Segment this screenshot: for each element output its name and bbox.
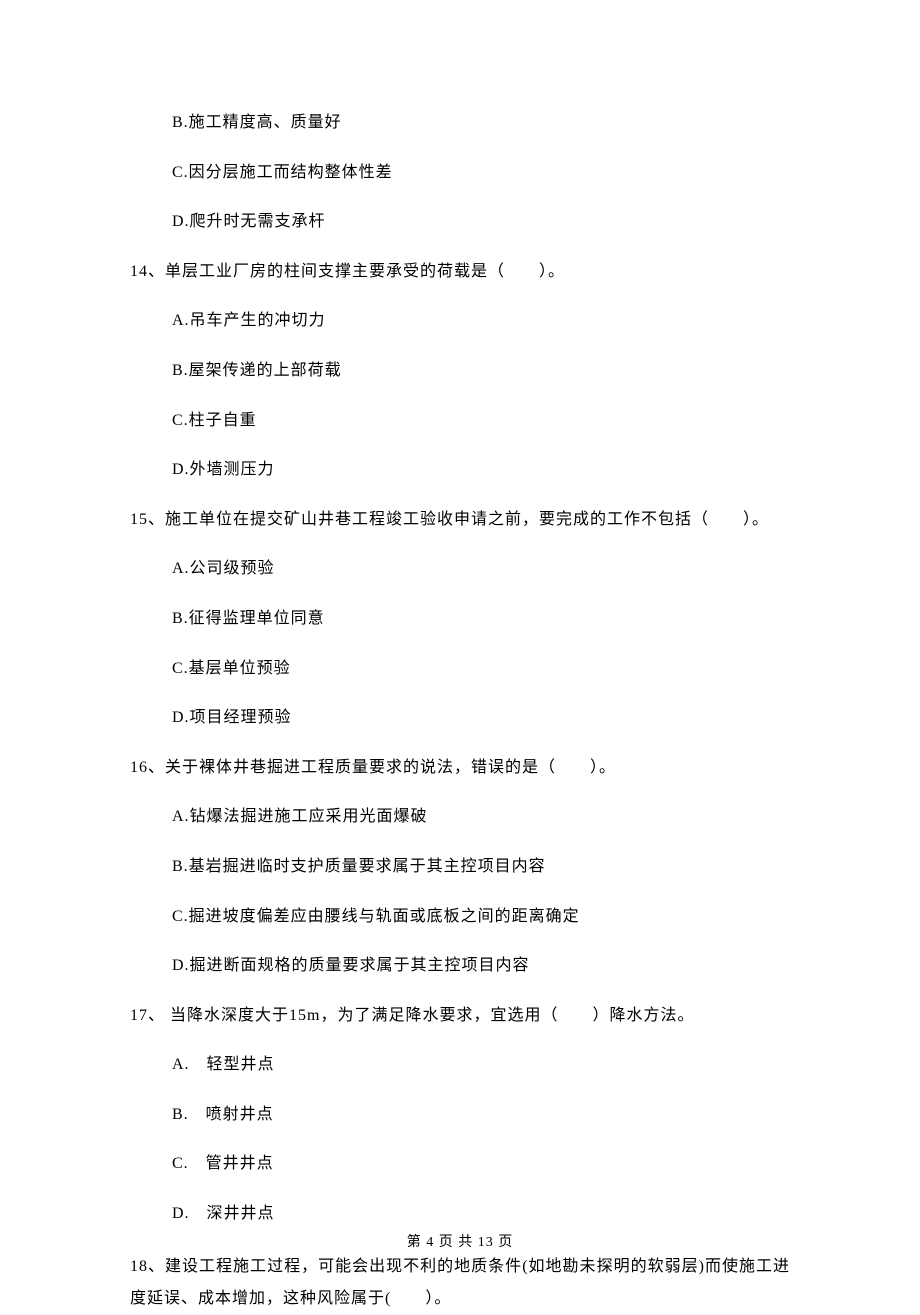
q14-text: 14、单层工业厂房的柱间支撑主要承受的荷载是（ ）。 xyxy=(130,259,790,285)
q15-option-b: B.征得监理单位同意 xyxy=(130,606,790,632)
q17-option-d: D. 深井井点 xyxy=(130,1201,790,1227)
q17-option-a: A. 轻型井点 xyxy=(130,1052,790,1078)
q14-option-a: A.吊车产生的冲切力 xyxy=(130,308,790,334)
q16-option-d: D.掘进断面规格的质量要求属于其主控项目内容 xyxy=(130,953,790,979)
q16-text: 16、关于裸体井巷掘进工程质量要求的说法，错误的是（ ）。 xyxy=(130,755,790,781)
page-footer: 第 4 页 共 13 页 xyxy=(0,1232,920,1254)
q17-text: 17、 当降水深度大于15m，为了满足降水要求，宜选用（ ）降水方法。 xyxy=(130,1003,790,1029)
q16-option-b: B.基岩掘进临时支护质量要求属于其主控项目内容 xyxy=(130,854,790,880)
q15-option-d: D.项目经理预验 xyxy=(130,705,790,731)
q17-option-b: B. 喷射井点 xyxy=(130,1102,790,1128)
q16-option-c: C.掘进坡度偏差应由腰线与轨面或底板之间的距离确定 xyxy=(130,904,790,930)
q18-text: 18、建设工程施工过程，可能会出现不利的地质条件(如地勘未探明的软弱层)而使施工… xyxy=(130,1251,790,1315)
q14-option-c: C.柱子自重 xyxy=(130,408,790,434)
q13-option-b: B.施工精度高、质量好 xyxy=(130,110,790,136)
q15-text: 15、施工单位在提交矿山井巷工程竣工验收申请之前，要完成的工作不包括（ ）。 xyxy=(130,507,790,533)
q13-option-c: C.因分层施工而结构整体性差 xyxy=(130,160,790,186)
q16-option-a: A.钻爆法掘进施工应采用光面爆破 xyxy=(130,804,790,830)
q15-option-c: C.基层单位预验 xyxy=(130,656,790,682)
q14-option-b: B.屋架传递的上部荷载 xyxy=(130,358,790,384)
q13-option-d: D.爬升时无需支承杆 xyxy=(130,209,790,235)
q15-option-a: A.公司级预验 xyxy=(130,556,790,582)
q17-option-c: C. 管井井点 xyxy=(130,1151,790,1177)
page-content: B.施工精度高、质量好 C.因分层施工而结构整体性差 D.爬升时无需支承杆 14… xyxy=(0,0,920,1315)
q14-option-d: D.外墙测压力 xyxy=(130,457,790,483)
